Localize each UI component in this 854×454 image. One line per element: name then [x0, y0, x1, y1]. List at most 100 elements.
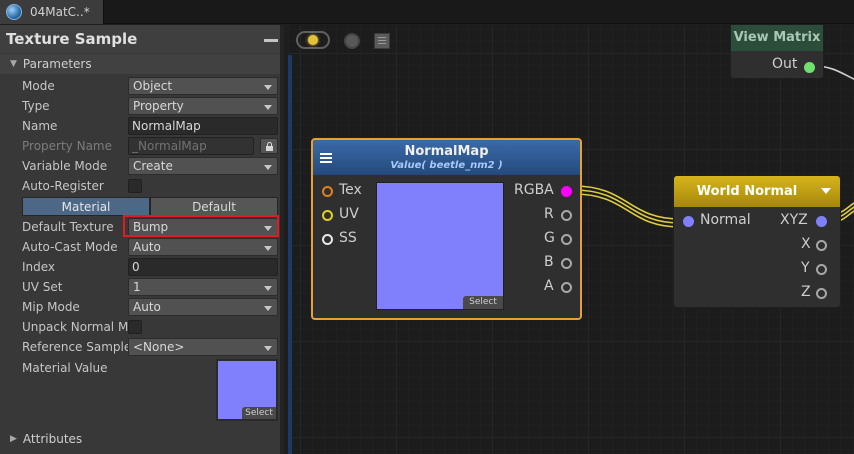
property-name-row: Property Name _NormalMap [22, 136, 280, 156]
globe-icon [6, 4, 22, 20]
chevron-down-icon[interactable] [821, 188, 831, 194]
attributes-section-header[interactable]: ▶ Attributes [0, 429, 280, 449]
auto-register-checkbox[interactable] [128, 179, 142, 193]
panel-header: Texture Sample [0, 25, 280, 53]
auto-cast-mode-dropdown[interactable]: Auto [128, 238, 278, 256]
material-value-label: Material Value [22, 361, 108, 375]
world-normal-header: World Normal [674, 176, 840, 207]
caret-down-icon [264, 105, 272, 110]
y-port[interactable] [816, 264, 827, 275]
material-tab-button[interactable]: Material [22, 197, 150, 216]
caret-down-icon [264, 346, 272, 351]
auto-cast-mode-row: Auto-Cast Mode Auto [22, 237, 280, 257]
parameters-section-header[interactable]: ▼ Parameters [0, 54, 280, 74]
normal-input-port[interactable] [683, 216, 694, 227]
default-texture-label: Default Texture [22, 220, 114, 234]
view-matrix-node[interactable]: View Matrix Out [730, 25, 824, 79]
a-port-label: A [544, 278, 554, 294]
shader-info-icon[interactable] [374, 33, 390, 49]
z-port[interactable] [816, 288, 827, 299]
index-label: Index [22, 260, 56, 274]
tab-bar: 04MatC..* [0, 0, 854, 24]
uv-port-label: UV [339, 206, 359, 222]
material-value-thumbnail[interactable]: Select [216, 359, 278, 421]
x-port-label: X [801, 236, 811, 252]
mip-mode-row: Mip Mode Auto [22, 297, 280, 317]
tab-material[interactable]: 04MatC..* [0, 0, 104, 24]
name-row: Name NormalMap [22, 116, 280, 136]
ss-port[interactable] [322, 234, 333, 245]
auto-register-label: Auto-Register [22, 179, 104, 193]
triangle-down-icon: ▼ [10, 59, 17, 69]
mode-label: Mode [22, 79, 55, 93]
view-matrix-header: View Matrix [731, 25, 823, 51]
mip-mode-label: Mip Mode [22, 300, 80, 314]
a-port[interactable] [561, 282, 572, 293]
triangle-right-icon: ▶ [10, 434, 17, 444]
world-normal-node[interactable]: World Normal Normal XYZ X Y Z [673, 175, 841, 308]
uv-set-dropdown[interactable]: 1 [128, 278, 278, 296]
caret-down-icon [264, 306, 272, 311]
normal-port-label: Normal [700, 212, 751, 228]
caret-down-icon [264, 246, 272, 251]
live-mode-icon[interactable] [296, 31, 330, 49]
xyz-port[interactable] [816, 216, 827, 227]
x-port[interactable] [816, 240, 827, 251]
reference-sampler-label: Reference Sampler [22, 340, 128, 354]
index-row: Index 0 [22, 257, 280, 277]
variable-mode-row: Variable Mode Create [22, 156, 280, 176]
view-matrix-title: View Matrix [733, 30, 821, 45]
caret-down-icon [264, 85, 272, 90]
material-default-toggle: Material Default [22, 197, 278, 216]
unpack-normal-map-row: Unpack Normal Map [22, 317, 280, 337]
out-port[interactable] [804, 62, 815, 73]
normalmap-node[interactable]: NormalMap Value( beetle_nm2 ) Tex UV SS … [311, 138, 582, 320]
name-input[interactable]: NormalMap [128, 117, 278, 135]
variable-mode-label: Variable Mode [22, 159, 108, 173]
uv-port[interactable] [322, 210, 333, 221]
mode-value: Object [133, 79, 173, 93]
default-tab-button[interactable]: Default [150, 197, 278, 216]
ss-port-label: SS [339, 230, 357, 246]
r-port-label: R [544, 206, 554, 222]
attributes-label: Attributes [22, 432, 83, 446]
parameters-label: Parameters [22, 57, 92, 71]
tex-port[interactable] [322, 186, 333, 197]
b-port-label: B [544, 254, 554, 270]
mip-mode-dropdown[interactable]: Auto [128, 298, 278, 316]
normalmap-preview[interactable]: Select [376, 182, 504, 310]
unpack-normal-map-checkbox[interactable] [128, 320, 142, 334]
mode-dropdown[interactable]: Object [128, 77, 278, 95]
y-port-label: Y [801, 260, 810, 276]
type-dropdown[interactable]: Property [128, 97, 278, 115]
g-port[interactable] [561, 234, 572, 245]
property-name-input: _NormalMap [128, 137, 254, 155]
auto-register-row: Auto-Register [22, 176, 280, 196]
tab-label: 04MatC..* [30, 5, 90, 19]
caret-down-icon [264, 165, 272, 170]
b-port[interactable] [561, 258, 572, 269]
graph-canvas[interactable]: View Matrix Out NormalMap Value( beetle_… [288, 25, 854, 454]
reference-sampler-row: Reference Sampler <None> [22, 337, 280, 357]
property-name-label: Property Name [22, 139, 112, 153]
rgba-port[interactable] [561, 186, 572, 197]
mip-mode-value: Auto [133, 300, 161, 314]
unpack-normal-map-label: Unpack Normal Map [22, 320, 128, 334]
select-texture-button[interactable]: Select [242, 407, 276, 419]
minimize-icon[interactable] [264, 39, 278, 42]
uv-set-row: UV Set 1 [22, 277, 280, 297]
normalmap-header: NormalMap Value( beetle_nm2 ) [313, 140, 580, 175]
select-texture-button[interactable]: Select [463, 296, 503, 309]
r-port[interactable] [561, 210, 572, 221]
z-port-label: Z [801, 284, 811, 300]
panel-title: Texture Sample [6, 30, 138, 48]
inspector-panel: Texture Sample ▼ Parameters Mode Object … [0, 25, 284, 454]
index-input[interactable]: 0 [128, 258, 278, 276]
uv-set-label: UV Set [22, 280, 63, 294]
preview-sphere-icon[interactable] [344, 33, 360, 49]
variable-mode-dropdown[interactable]: Create [128, 157, 278, 175]
canvas-left-bar [288, 55, 292, 454]
lock-icon[interactable] [260, 138, 278, 154]
reference-sampler-dropdown[interactable]: <None> [128, 338, 278, 356]
g-port-label: G [544, 230, 555, 246]
